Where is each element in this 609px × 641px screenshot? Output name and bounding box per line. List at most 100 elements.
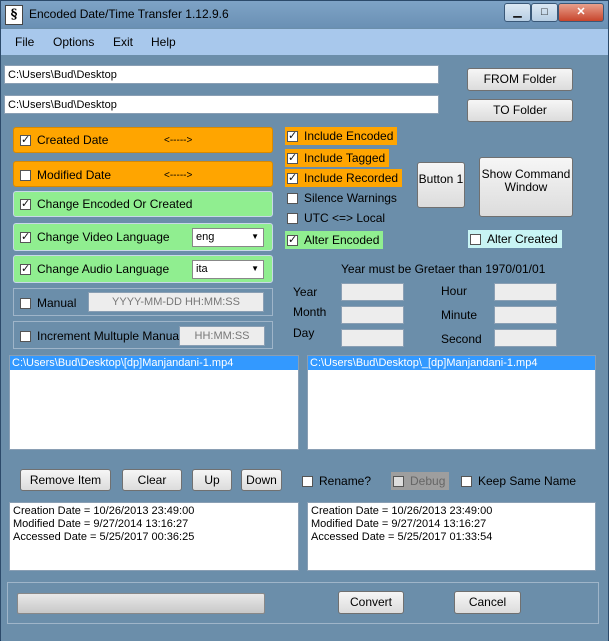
increment-time-input[interactable]: HH:MM:SS bbox=[179, 326, 265, 346]
day-input[interactable] bbox=[341, 329, 404, 347]
silence-warnings-checkbox[interactable] bbox=[287, 193, 298, 205]
show-command-window-button[interactable]: Show Command Window bbox=[479, 157, 573, 217]
video-language-select[interactable]: eng ▼ bbox=[192, 228, 264, 247]
include-tagged-label: Include Tagged bbox=[304, 151, 386, 165]
increment-option[interactable]: Increment Multuple Manual bbox=[20, 329, 182, 343]
to-folder-button[interactable]: TO Folder bbox=[467, 99, 573, 122]
hour-input[interactable] bbox=[494, 283, 557, 301]
menu-options[interactable]: Options bbox=[53, 35, 94, 49]
video-language-label: Change Video Language bbox=[37, 230, 170, 244]
video-language-checkbox[interactable] bbox=[20, 230, 31, 244]
from-path-input[interactable]: C:\Users\Bud\Desktop bbox=[4, 65, 439, 84]
alter-encoded-option[interactable]: Alter Encoded bbox=[285, 231, 384, 249]
menu-help[interactable]: Help bbox=[151, 35, 176, 49]
created-date-checkbox[interactable] bbox=[20, 133, 31, 147]
alter-created-option[interactable]: Alter Created bbox=[468, 230, 562, 248]
year-label: Year bbox=[293, 285, 318, 299]
info-line: Creation Date = 10/26/2013 23:49:00 bbox=[13, 505, 195, 517]
modified-date-checkbox[interactable] bbox=[20, 170, 31, 182]
created-date-option[interactable]: Created Date bbox=[20, 133, 108, 147]
increment-checkbox[interactable] bbox=[20, 331, 31, 343]
list-item[interactable]: C:\Users\Bud\Desktop\_[dp]Manjandani-1.m… bbox=[308, 356, 595, 370]
button-1[interactable]: Button 1 bbox=[417, 162, 465, 208]
maximize-icon: □ bbox=[541, 6, 548, 18]
keep-same-name-checkbox[interactable] bbox=[461, 476, 472, 488]
modified-date-panel: Modified Date <-----> bbox=[13, 161, 273, 187]
modified-date-label: Modified Date bbox=[37, 168, 112, 182]
video-language-option[interactable]: Change Video Language bbox=[20, 230, 170, 244]
audio-language-checkbox[interactable] bbox=[20, 262, 31, 276]
include-encoded-option[interactable]: Include Encoded bbox=[285, 127, 398, 145]
include-tagged-checkbox[interactable] bbox=[287, 151, 298, 165]
include-tagged-option[interactable]: Include Tagged bbox=[285, 149, 390, 167]
change-encoded-checkbox[interactable] bbox=[20, 197, 31, 211]
convert-button[interactable]: Convert bbox=[338, 591, 404, 614]
keep-same-name-label: Keep Same Name bbox=[478, 474, 577, 488]
change-encoded-option[interactable]: Change Encoded Or Created bbox=[20, 197, 192, 211]
close-button[interactable]: ✕ bbox=[558, 3, 604, 22]
menu-bar: File Options Exit Help bbox=[1, 29, 608, 55]
include-recorded-label: Include Recorded bbox=[304, 171, 399, 185]
modified-date-option[interactable]: Modified Date bbox=[20, 168, 111, 182]
debug-label: Debug bbox=[410, 474, 446, 488]
second-label: Second bbox=[441, 332, 482, 346]
maximize-button[interactable]: □ bbox=[531, 3, 558, 22]
audio-language-value: ita bbox=[196, 263, 208, 275]
year-input[interactable] bbox=[341, 283, 404, 301]
info-line: Modified Date = 9/27/2014 13:16:27 bbox=[13, 518, 189, 530]
rename-label: Rename? bbox=[319, 474, 372, 488]
up-button[interactable]: Up bbox=[192, 469, 232, 491]
change-encoded-panel: Change Encoded Or Created bbox=[13, 191, 273, 217]
alter-created-checkbox[interactable] bbox=[470, 234, 481, 246]
rename-option[interactable]: Rename? bbox=[302, 474, 371, 488]
target-file-list[interactable]: C:\Users\Bud\Desktop\_[dp]Manjandani-1.m… bbox=[307, 355, 596, 450]
target-file-info[interactable]: Creation Date = 10/26/2013 23:49:00 Modi… bbox=[307, 502, 596, 571]
remove-item-button[interactable]: Remove Item bbox=[20, 469, 111, 491]
alter-encoded-label: Alter Encoded bbox=[304, 233, 380, 247]
include-encoded-checkbox[interactable] bbox=[287, 129, 298, 143]
silence-warnings-label: Silence Warnings bbox=[304, 191, 397, 205]
down-button[interactable]: Down bbox=[241, 469, 282, 491]
second-input[interactable] bbox=[494, 329, 557, 347]
menu-exit[interactable]: Exit bbox=[113, 35, 133, 49]
info-line: Accessed Date = 5/25/2017 00:36:25 bbox=[13, 531, 195, 543]
month-input[interactable] bbox=[341, 306, 404, 324]
manual-checkbox[interactable] bbox=[20, 298, 31, 310]
to-path-input[interactable]: C:\Users\Bud\Desktop bbox=[4, 95, 439, 114]
modified-date-arrow: <-----> bbox=[164, 170, 193, 181]
increment-panel: Increment Multuple Manual HH:MM:SS bbox=[13, 321, 273, 349]
debug-checkbox[interactable] bbox=[393, 476, 404, 488]
created-date-panel: Created Date <-----> bbox=[13, 127, 273, 153]
include-recorded-option[interactable]: Include Recorded bbox=[285, 169, 403, 187]
app-window: § Encoded Date/Time Transfer 1.12.9.6 ▁ … bbox=[0, 0, 609, 641]
audio-language-select[interactable]: ita ▼ bbox=[192, 260, 264, 279]
manual-datetime-input[interactable]: YYYY-MM-DD HH:MM:SS bbox=[88, 292, 264, 312]
utc-local-checkbox[interactable] bbox=[287, 213, 298, 225]
manual-option[interactable]: Manual bbox=[20, 296, 76, 310]
silence-warnings-option[interactable]: Silence Warnings bbox=[287, 191, 397, 205]
minute-label: Minute bbox=[441, 308, 478, 322]
minimize-button[interactable]: ▁ bbox=[504, 3, 531, 22]
title-bar[interactable]: § Encoded Date/Time Transfer 1.12.9.6 ▁ … bbox=[1, 1, 608, 28]
alter-created-label: Alter Created bbox=[487, 232, 558, 246]
audio-language-option[interactable]: Change Audio Language bbox=[20, 262, 169, 276]
include-recorded-checkbox[interactable] bbox=[287, 171, 298, 185]
list-item[interactable]: C:\Users\Bud\Desktop\[dp]Manjandani-1.mp… bbox=[10, 356, 298, 370]
clear-button[interactable]: Clear bbox=[122, 469, 182, 491]
include-encoded-label: Include Encoded bbox=[304, 129, 394, 143]
minute-input[interactable] bbox=[494, 306, 557, 324]
rename-checkbox[interactable] bbox=[302, 476, 313, 488]
from-folder-button[interactable]: FROM Folder bbox=[467, 68, 573, 91]
progress-bar bbox=[17, 593, 265, 614]
keep-same-name-option[interactable]: Keep Same Name bbox=[461, 474, 576, 488]
window-title: Encoded Date/Time Transfer 1.12.9.6 bbox=[29, 7, 229, 21]
menu-file[interactable]: File bbox=[15, 35, 34, 49]
cancel-button[interactable]: Cancel bbox=[454, 591, 521, 614]
utc-local-option[interactable]: UTC <=> Local bbox=[287, 211, 385, 225]
minimize-icon: ▁ bbox=[513, 6, 522, 18]
source-file-info[interactable]: Creation Date = 10/26/2013 23:49:00 Modi… bbox=[9, 502, 299, 571]
alter-encoded-checkbox[interactable] bbox=[287, 233, 298, 247]
debug-option[interactable]: Debug bbox=[391, 472, 450, 490]
source-file-list[interactable]: C:\Users\Bud\Desktop\[dp]Manjandani-1.mp… bbox=[9, 355, 299, 450]
video-language-value: eng bbox=[196, 231, 215, 243]
